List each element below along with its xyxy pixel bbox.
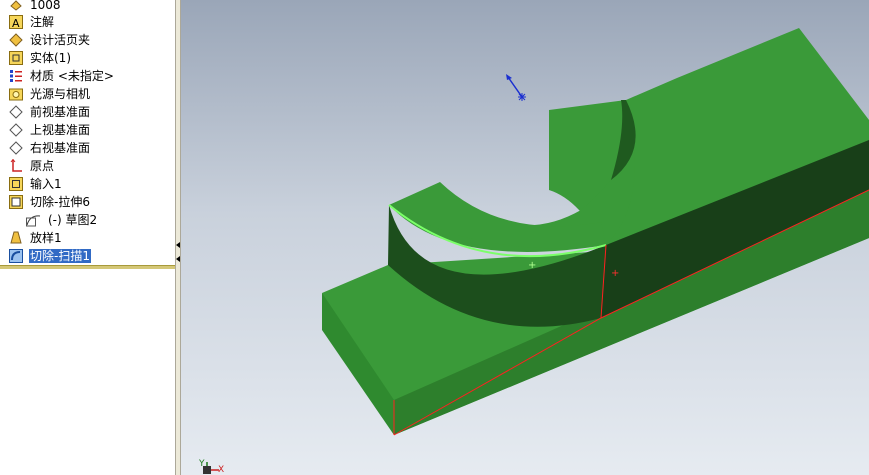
triad-x-label: X (218, 465, 224, 475)
tree-item-material[interactable]: 材质 <未指定> (0, 67, 175, 85)
tree-root-label: 1008 (30, 0, 61, 12)
plane-icon (8, 122, 24, 138)
tree-item-lights-cameras[interactable]: 光源与相机 (0, 85, 175, 103)
tree-item-annotations[interactable]: A 注解 (0, 13, 175, 31)
svg-text:A: A (12, 17, 20, 29)
tree-item-right-plane[interactable]: 右视基准面 (0, 139, 175, 157)
solid-body-icon (8, 50, 24, 66)
tree-item-front-plane[interactable]: 前视基准面 (0, 103, 175, 121)
tree-item-label: 前视基准面 (30, 105, 91, 119)
collapse-arrow-icon (176, 242, 180, 248)
tree-item-label: 右视基准面 (30, 141, 91, 155)
tree-item-label: 材质 <未指定> (30, 69, 114, 83)
tree-item-solid-bodies[interactable]: 实体(1) (0, 49, 175, 67)
tree-item-label: 切除-拉伸6 (30, 195, 90, 209)
part-icon (8, 0, 24, 13)
tree-item-cut-sweep1[interactable]: 切除-扫描1 (0, 247, 175, 265)
design-binder-icon (8, 32, 24, 48)
feature-manager-tree: 1008 A 注解 设计活页夹 实体(1) 材质 <未指定> 光源与相机 前视基… (0, 0, 175, 475)
tree-item-label: 注解 (30, 15, 55, 29)
plane-icon (8, 104, 24, 120)
origin-icon (8, 158, 24, 174)
tree-item-cut-extrude6[interactable]: 切除-拉伸6 (0, 193, 175, 211)
lights-camera-icon (8, 86, 24, 102)
sweep-midpoint-marker: + (528, 260, 536, 271)
tree-item-label: (-) 草图2 (48, 213, 98, 227)
plane-icon (8, 140, 24, 156)
origin-marker: + (611, 268, 619, 279)
rollback-bar[interactable] (0, 265, 175, 269)
triad-y-label: Y (198, 459, 205, 469)
tree-item-label: 设计活页夹 (30, 33, 91, 47)
tree-item-loft1[interactable]: 放样1 (0, 229, 175, 247)
tree-root[interactable]: 1008 (0, 0, 175, 14)
sketch-icon (26, 212, 42, 228)
cut-sweep-icon (8, 248, 24, 264)
tree-item-top-plane[interactable]: 上视基准面 (0, 121, 175, 139)
tree-item-label: 放样1 (30, 231, 62, 245)
reference-triad-icon: Y X (198, 459, 224, 475)
tree-item-design-binder[interactable]: 设计活页夹 (0, 31, 175, 49)
annotation-icon: A (8, 14, 24, 30)
tree-item-label: 光源与相机 (30, 87, 91, 101)
tree-item-import1[interactable]: 输入1 (0, 175, 175, 193)
tree-item-label: 切除-扫描1 (29, 249, 91, 263)
material-icon (8, 68, 24, 84)
tree-item-label: 上视基准面 (30, 123, 91, 137)
light-direction-icon (506, 74, 526, 101)
graphics-viewport[interactable]: + + Y X (181, 0, 869, 475)
tree-item-sketch2[interactable]: (-) 草图2 (0, 211, 175, 229)
loft-icon (8, 230, 24, 246)
cut-extrude-icon (8, 194, 24, 210)
tree-item-origin[interactable]: 原点 (0, 157, 175, 175)
tree-item-label: 输入1 (30, 177, 62, 191)
collapse-arrow-icon (176, 256, 180, 262)
tree-item-label: 原点 (30, 159, 55, 173)
part-model[interactable]: + + Y X (181, 0, 869, 475)
tree-item-label: 实体(1) (30, 51, 71, 65)
imported-feature-icon (8, 176, 24, 192)
